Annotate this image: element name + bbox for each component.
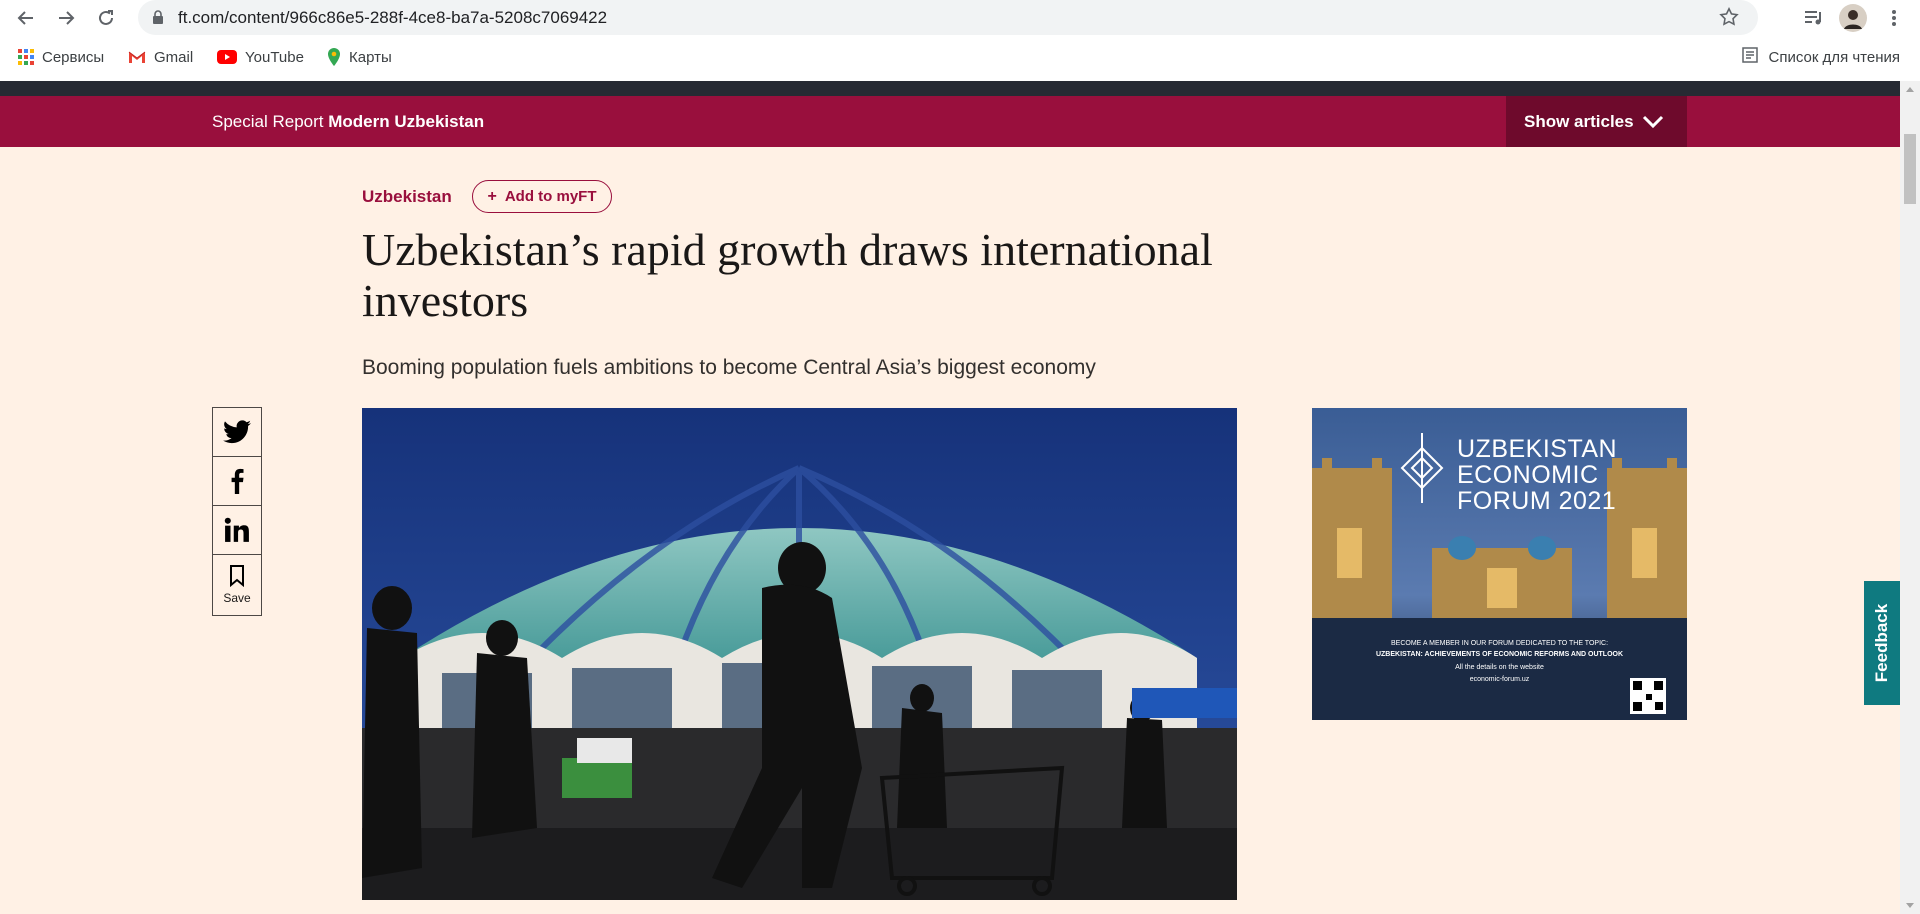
ad-title: UZBEKISTAN ECONOMIC FORUM 2021	[1457, 436, 1617, 514]
bookmark-label: Карты	[349, 48, 392, 66]
kebab-menu-icon[interactable]	[1884, 4, 1904, 32]
plus-icon: +	[487, 187, 497, 205]
share-facebook-button[interactable]	[212, 456, 262, 506]
reading-list-button[interactable]: Список для чтения	[1742, 44, 1900, 70]
media-controls-icon[interactable]	[1800, 4, 1828, 32]
ad-title-line: FORUM 2021	[1457, 487, 1617, 515]
advertisement-banner[interactable]: UZBEKISTAN ECONOMIC FORUM 2021 BECOME A …	[1312, 408, 1687, 720]
apps-grid-icon	[18, 49, 34, 65]
special-report-label[interactable]: Special Report Modern Uzbekistan	[212, 112, 484, 132]
lock-icon	[152, 10, 164, 29]
ft-header-band	[0, 81, 1900, 96]
feedback-tab[interactable]: Feedback	[1864, 581, 1900, 705]
back-arrow-icon	[17, 11, 33, 25]
ad-website: economic-forum.uz	[1469, 676, 1530, 683]
bookmark-label: Сервисы	[42, 48, 105, 66]
youtube-icon	[217, 50, 237, 64]
bookmark-label: YouTube	[245, 48, 304, 66]
save-article-button[interactable]: Save	[212, 554, 262, 616]
linkedin-icon	[224, 517, 249, 542]
bookmarks-bar: Сервисы Gmail YouTube Карты	[0, 44, 1920, 70]
special-report-bar: Special Report Modern Uzbekistan Show ar…	[0, 96, 1900, 147]
ad-title-line: UZBEKISTAN	[1457, 435, 1618, 463]
topic-link[interactable]: Uzbekistan	[362, 187, 452, 207]
special-report-prefix: Special Report	[212, 112, 324, 131]
address-bar[interactable]: ft.com/content/966c86e5-288f-4ce8-ba7a-5…	[138, 0, 1758, 35]
reading-list-label: Список для чтения	[1768, 48, 1900, 66]
show-articles-label: Show articles	[1524, 111, 1634, 131]
chevron-down-icon	[1641, 109, 1665, 138]
add-to-myft-button[interactable]: + Add to myFT	[472, 180, 612, 213]
url-text: ft.com/content/966c86e5-288f-4ce8-ba7a-5…	[178, 8, 608, 27]
bookmark-youtube[interactable]: YouTube	[217, 44, 304, 70]
article-main-image	[362, 408, 1237, 900]
ad-member-line: BECOME A MEMBER IN OUR FORUM DEDICATED T…	[1390, 640, 1609, 647]
bookmark-icon	[230, 565, 244, 587]
browser-toolbar: ft.com/content/966c86e5-288f-4ce8-ba7a-5…	[0, 0, 1920, 81]
ad-topic-line: UZBEKISTAN: ACHIEVEMENTS OF ECONOMIC REF…	[1375, 651, 1624, 658]
scroll-down-arrow-icon[interactable]	[1906, 903, 1914, 908]
share-linkedin-button[interactable]	[212, 505, 262, 555]
back-button[interactable]	[14, 6, 38, 30]
add-to-myft-label: Add to myFT	[504, 188, 597, 205]
bookmark-label: Gmail	[154, 48, 194, 66]
article-headline: Uzbekistan’s rapid growth draws internat…	[362, 224, 1213, 326]
bookmark-star-icon[interactable]	[1718, 6, 1740, 33]
article-standfirst: Booming population fuels ambitions to be…	[362, 356, 1096, 379]
special-report-title: Modern Uzbekistan	[328, 112, 485, 131]
save-label: Save	[223, 591, 251, 605]
feedback-label: Feedback	[1872, 603, 1891, 683]
facebook-icon	[231, 468, 244, 494]
ad-title-line: ECONOMIC	[1457, 461, 1599, 489]
show-articles-button[interactable]: Show articles	[1506, 96, 1687, 147]
bookmark-services[interactable]: Сервисы	[18, 44, 104, 70]
profile-avatar[interactable]	[1838, 4, 1868, 32]
page-scrollbar[interactable]	[1900, 81, 1920, 914]
twitter-icon	[223, 420, 251, 444]
bookmark-gmail[interactable]: Gmail	[128, 44, 193, 70]
ad-details-line: All the details on the website	[1455, 664, 1544, 671]
forward-arrow-icon	[59, 11, 75, 25]
gmail-icon	[128, 50, 146, 64]
maps-pin-icon	[327, 48, 341, 66]
reload-button[interactable]	[94, 6, 118, 30]
reading-list-icon	[1742, 47, 1759, 67]
share-twitter-button[interactable]	[212, 407, 262, 457]
scrollbar-thumb[interactable]	[1904, 134, 1916, 204]
reload-icon	[99, 10, 113, 25]
share-rail: Save	[212, 407, 262, 616]
bookmark-maps[interactable]: Карты	[327, 44, 392, 70]
forward-button[interactable]	[54, 6, 78, 30]
scroll-up-arrow-icon[interactable]	[1906, 87, 1914, 92]
